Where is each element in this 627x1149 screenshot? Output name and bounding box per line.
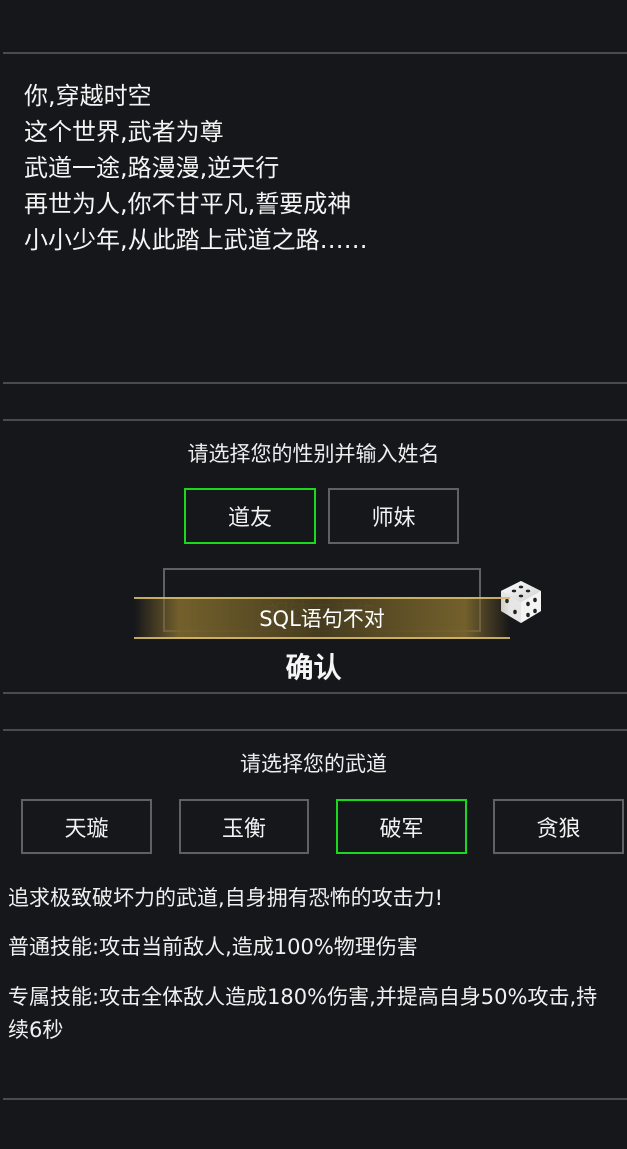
path-option-tanlang[interactable]: 贪狼 <box>493 799 624 854</box>
gender-option-shimei[interactable]: 师妹 <box>328 488 459 544</box>
intro-line-2: 这个世界,武者为尊 <box>24 118 224 146</box>
intro-line-5: 小小少年,从此踏上武道之路…… <box>24 226 368 254</box>
gender-section-title: 请选择您的性别并输入姓名 <box>187 442 440 466</box>
special-skill-text: 专属技能:攻击全体敌人造成180%伤害,并提高自身50%攻击,持续6秒 <box>8 985 598 1042</box>
intro-text: 你,穿越时空 这个世界,武者为尊 武道一途,路漫漫,逆天行 再世为人,你不甘平凡… <box>24 78 368 258</box>
divider-bottom <box>3 1098 627 1100</box>
path-option-yuheng[interactable]: 玉衡 <box>179 799 309 854</box>
divider-gender-top <box>3 419 627 421</box>
intro-line-1: 你,穿越时空 <box>24 82 152 110</box>
path-section-title: 请选择您的武道 <box>240 752 387 776</box>
divider-intro-bottom <box>3 382 627 384</box>
divider-top <box>3 52 627 54</box>
divider-gender-bottom <box>3 692 627 694</box>
divider-path-top <box>3 729 627 731</box>
gender-option-daoyou[interactable]: 道友 <box>184 488 316 544</box>
normal-skill-text: 普通技能:攻击当前敌人,造成100%物理伤害 <box>8 935 418 959</box>
path-option-pojun[interactable]: 破军 <box>336 799 467 854</box>
path-option-tianxuan[interactable]: 天璇 <box>21 799 152 854</box>
path-description: 追求极致破坏力的武道,自身拥有恐怖的攻击力! <box>8 886 444 910</box>
intro-line-4: 再世为人,你不甘平凡,誓要成神 <box>24 190 352 218</box>
error-toast: SQL语句不对 <box>134 597 510 639</box>
intro-line-3: 武道一途,路漫漫,逆天行 <box>24 154 280 182</box>
confirm-button[interactable]: 确认 <box>0 646 627 686</box>
